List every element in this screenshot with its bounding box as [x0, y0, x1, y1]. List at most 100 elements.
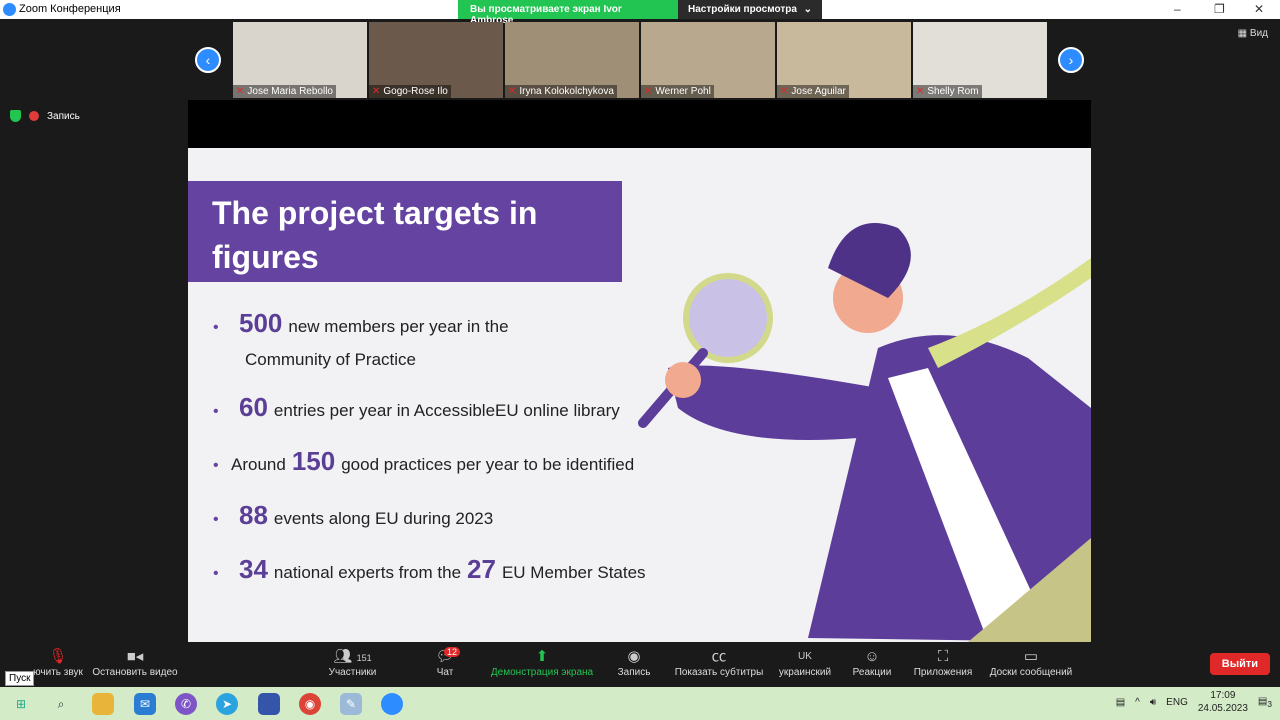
maximize-button[interactable]: ❐	[1214, 2, 1225, 16]
view-options-label: Настройки просмотра	[688, 4, 797, 15]
participant-strip: ✕ Jose Maria Rebollo ✕ Gogo-Rose Ilo ✕ Iryna …	[233, 22, 1047, 98]
notifications-count: 3	[1267, 698, 1272, 709]
time: 17:09	[1210, 690, 1236, 701]
figure: 88	[239, 500, 268, 530]
language-code: UK	[798, 651, 812, 662]
share-screen-button[interactable]: ⬆ Демонстрация экрана	[488, 647, 596, 678]
captions-button[interactable]: ㏄ Показать субтитры	[672, 647, 766, 678]
bullet-text: new members per year in the	[288, 317, 509, 336]
recording-dot-icon	[29, 111, 39, 121]
chat-button[interactable]: 💬︎ 12 Чат	[430, 647, 461, 678]
figure: 60	[239, 392, 268, 422]
view-label: Вид	[1249, 28, 1268, 39]
captions-label: Показать субтитры	[674, 667, 764, 678]
mail-icon[interactable]: ✉	[134, 693, 156, 715]
figure: 500	[239, 308, 283, 338]
search-icon[interactable]: ⌕	[50, 693, 72, 715]
chat-label: Чат	[436, 667, 454, 678]
bullet-continuation: Community of Practice	[245, 350, 416, 369]
bullet-text: good practices per year to be identified	[341, 455, 635, 474]
apps-label: Приложения	[913, 667, 973, 678]
windows-start-icon[interactable]: ⊞	[10, 693, 32, 715]
participant-name: Jose Aguilar	[791, 86, 846, 97]
input-language[interactable]: ENG	[1166, 697, 1188, 708]
view-button[interactable]: ▦ Вид	[1238, 28, 1268, 39]
mic-muted-icon: ✕	[372, 86, 381, 97]
unmute-button[interactable]: 🎙︎ ючить звук	[28, 647, 88, 678]
figure: 150	[291, 446, 336, 476]
apps-button[interactable]: ⛶ Приложения	[910, 647, 976, 678]
mic-muted-icon: ✕	[508, 86, 517, 97]
chrome-icon[interactable]: ◉	[299, 693, 321, 715]
share-arrow-icon: ⬆	[535, 648, 549, 665]
volume-icon[interactable]: 🔊︎	[1150, 697, 1156, 708]
leave-button[interactable]: Выйти	[1209, 653, 1270, 675]
recording-indicator: Запись	[10, 110, 80, 122]
windows-taskbar: ⊞ ⌕ ✉ ✆ ➤ ◉ ✎ ▤ ^ 🔊︎ ENG 17:09 24.05.2023…	[0, 687, 1280, 720]
bullet-item: • 60 entries per year in AccessibleEU onli…	[213, 392, 620, 422]
mic-off-icon: 🎙︎	[48, 648, 68, 665]
participant-tile[interactable]: ✕ Shelly Rom	[913, 22, 1047, 98]
record-icon: ◉	[627, 648, 641, 665]
chat-badge: 12	[444, 647, 461, 657]
clock[interactable]: 17:09 24.05.2023	[1198, 689, 1248, 715]
zoom-taskbar-icon[interactable]	[381, 693, 403, 715]
whiteboards-button[interactable]: ▭ Доски сообщений	[985, 647, 1077, 678]
stop-video-button[interactable]: ■◂ Остановить видео	[90, 647, 180, 678]
language-label: украинский	[778, 667, 832, 678]
mic-muted-icon: ✕	[644, 86, 653, 97]
share-label: Демонстрация экрана	[490, 667, 594, 678]
participants-icon: 👥︎ 151	[333, 648, 372, 665]
apps-icon: ⛶	[937, 648, 949, 665]
magnifier-man-illustration	[638, 223, 1091, 642]
participant-name: Gogo-Rose Ilo	[383, 86, 448, 97]
chevron-up-icon[interactable]: ^	[1135, 697, 1140, 708]
bullet-text: national experts from the	[273, 563, 462, 582]
app-icon[interactable]	[258, 693, 280, 715]
participant-name: Iryna Kolokolchykova	[519, 86, 614, 97]
minimize-button[interactable]: –	[1174, 2, 1181, 16]
notifications-icon[interactable]: ▤3	[1258, 696, 1272, 709]
file-explorer-icon[interactable]	[92, 693, 114, 715]
close-button[interactable]: ✕	[1254, 2, 1264, 16]
stop-video-label: Остановить видео	[92, 667, 178, 678]
bullet-item: • 88 events along EU during 2023	[213, 500, 494, 530]
paint-icon[interactable]: ✎	[340, 693, 362, 715]
participant-name: Werner Pohl	[655, 86, 711, 97]
zoom-logo-icon	[3, 3, 16, 16]
whiteboards-label: Доски сообщений	[989, 667, 1073, 678]
participant-name-tag: ✕ Shelly Rom	[913, 85, 982, 98]
participant-tile[interactable]: ✕ Jose Aguilar	[777, 22, 911, 98]
language-button[interactable]: UK украинский	[774, 647, 836, 678]
participant-tile[interactable]: ✕ Jose Maria Rebollo	[233, 22, 367, 98]
record-button[interactable]: ◉ Запись	[612, 647, 656, 678]
cc-icon: ㏄	[711, 648, 727, 665]
bullet-prefix: Around	[231, 455, 286, 474]
telegram-icon[interactable]: ➤	[216, 693, 238, 715]
viber-icon[interactable]: ✆	[175, 693, 197, 715]
participants-button[interactable]: 👥︎ 151 Участники	[325, 647, 380, 678]
participants-count: 151	[356, 653, 372, 663]
participant-tile[interactable]: ✕ Gogo-Rose Ilo	[369, 22, 503, 98]
bullet-item: • Around 150 good practices per year to be …	[213, 446, 635, 476]
bullet-item: • 34 national experts from the 27 EU Member …	[213, 554, 646, 584]
view-options-button[interactable]: Настройки просмотра ⌄	[678, 0, 822, 19]
prev-page-button[interactable]: ‹	[195, 47, 221, 73]
bullet-item: • 500 new members per year in the	[213, 308, 509, 338]
participant-tile[interactable]: ✕ Werner Pohl	[641, 22, 775, 98]
figure: 34	[239, 554, 268, 584]
participant-name-tag: ✕ Werner Pohl	[641, 85, 714, 98]
news-icon[interactable]: ▤	[1116, 697, 1125, 708]
mic-muted-icon: ✕	[780, 86, 789, 97]
participant-tile[interactable]: ✕ Iryna Kolokolchykova	[505, 22, 639, 98]
recording-label: Запись	[47, 110, 80, 122]
record-label: Запись	[617, 667, 651, 678]
slide-title: The project targets in figures	[188, 181, 622, 282]
slide: The project targets in figures • 500 new m…	[188, 148, 1091, 642]
window-title: Zoom Конференция	[19, 3, 121, 15]
next-page-button[interactable]: ›	[1058, 47, 1084, 73]
reactions-button[interactable]: ☺ Реакции	[850, 647, 894, 678]
reactions-label: Реакции	[852, 667, 892, 678]
shared-screen: The project targets in figures • 500 new m…	[188, 100, 1091, 642]
meeting-toolbar: 🎙︎ ючить звук ■◂ Остановить видео 👥︎ 151 Уч…	[0, 643, 1280, 687]
